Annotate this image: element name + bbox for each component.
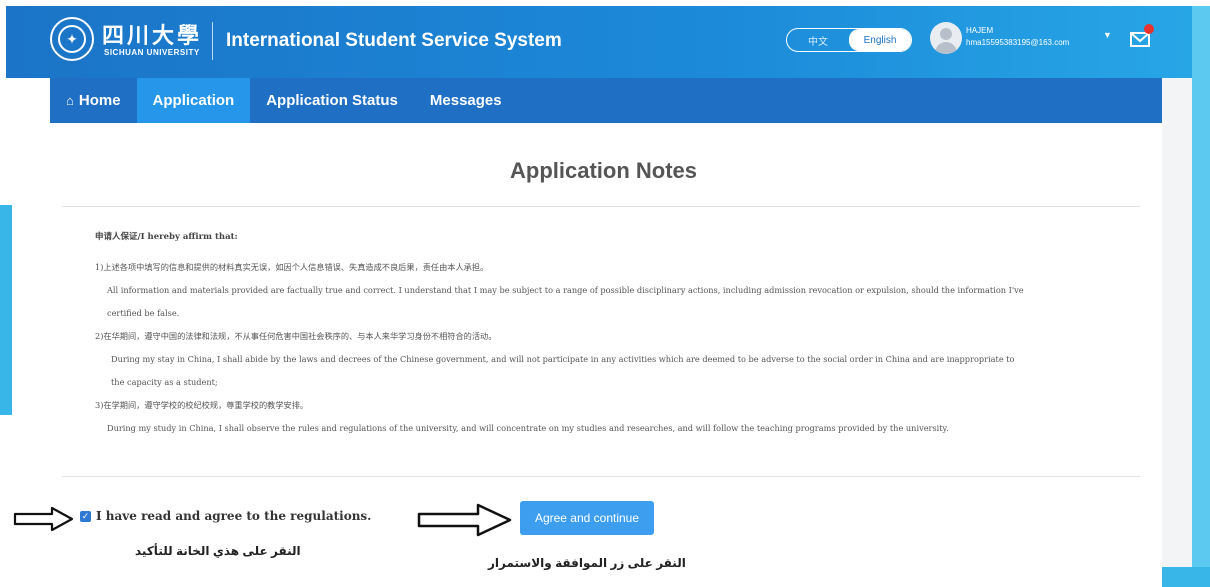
- user-email[interactable]: hma15595383195@163.com: [966, 38, 1069, 47]
- lang-option-chinese[interactable]: 中文: [787, 29, 849, 51]
- notes-heading: 申请人保证/I hereby affirm that:: [95, 232, 238, 242]
- agree-checkbox[interactable]: ✓: [80, 510, 91, 522]
- frame-decoration-inner: [1162, 78, 1192, 587]
- notification-badge: [1144, 24, 1154, 34]
- application-notes: 申请人保证/I hereby affirm that: 1)上述各项中填写的信息…: [95, 230, 1135, 446]
- check-icon: ✓: [81, 510, 90, 521]
- nav-application-status[interactable]: Application Status: [250, 78, 414, 123]
- agree-continue-button[interactable]: Agree and continue: [520, 501, 654, 535]
- main-nav: ⌂ Home Application Application Status Me…: [50, 78, 1162, 123]
- checkbox-hint-annotation: النقر على هذي الخانة للتأكيد: [135, 544, 301, 558]
- user-name[interactable]: HAJEM: [966, 26, 993, 35]
- note-3-en: During my study in China, I shall observ…: [107, 423, 949, 433]
- mail-icon[interactable]: [1130, 32, 1150, 47]
- caret-down-icon[interactable]: ▼: [1103, 30, 1112, 40]
- university-seal-logo: ✦: [50, 17, 94, 61]
- lang-option-english[interactable]: English: [849, 29, 911, 51]
- note-1-en: All information and materials provided a…: [107, 285, 1024, 295]
- right-arrow-icon: [417, 503, 512, 537]
- language-toggle[interactable]: 中文 English: [786, 28, 912, 52]
- agree-checkbox-row[interactable]: ✓ I have read and agree to the regulatio…: [80, 509, 371, 523]
- logo-chinese-name: 四川大學: [102, 23, 203, 49]
- app-header: ✦ 四川大學 SICHUAN UNIVERSITY International …: [6, 6, 1192, 78]
- frame-decoration-left: [0, 205, 12, 415]
- right-arrow-icon: [13, 506, 74, 532]
- home-icon: ⌂: [66, 93, 74, 108]
- divider-bottom: [62, 476, 1140, 477]
- note-1-en-cont: certified be false.: [107, 308, 180, 318]
- logo-divider: [212, 22, 213, 60]
- avatar-head: [940, 28, 952, 40]
- note-2-cn: 2)在华期间，遵守中国的法律和法规，不从事任何危害中国社会秩序的、与本人来华学习…: [95, 331, 497, 341]
- divider-top: [62, 206, 1140, 207]
- frame-decoration-right: [1192, 6, 1210, 587]
- button-hint-annotation: النقر على زر الموافقة والاستمرار: [488, 556, 686, 570]
- page-title: Application Notes: [510, 158, 698, 183]
- nav-home[interactable]: ⌂ Home: [50, 78, 137, 123]
- agree-checkbox-label[interactable]: I have read and agree to the regulations…: [96, 509, 371, 523]
- nav-messages[interactable]: Messages: [414, 78, 518, 123]
- system-title: International Student Service System: [226, 30, 562, 51]
- note-3-cn: 3)在学期间，遵守学校的校纪校规，尊重学校的教学安排。: [95, 400, 309, 410]
- logo-english-name: SICHUAN UNIVERSITY: [104, 48, 200, 57]
- note-2-en-cont: the capacity as a student;: [111, 377, 218, 387]
- nav-home-label: Home: [78, 92, 121, 109]
- note-1-cn: 1)上述各项中填写的信息和提供的材料真实无误，如因个人信息错误、失真造成不良后果…: [95, 262, 489, 272]
- note-2-en: During my stay in China, I shall abide b…: [111, 354, 1015, 364]
- nav-application[interactable]: Application: [136, 78, 251, 123]
- avatar-body: [935, 42, 957, 54]
- avatar[interactable]: [930, 22, 962, 54]
